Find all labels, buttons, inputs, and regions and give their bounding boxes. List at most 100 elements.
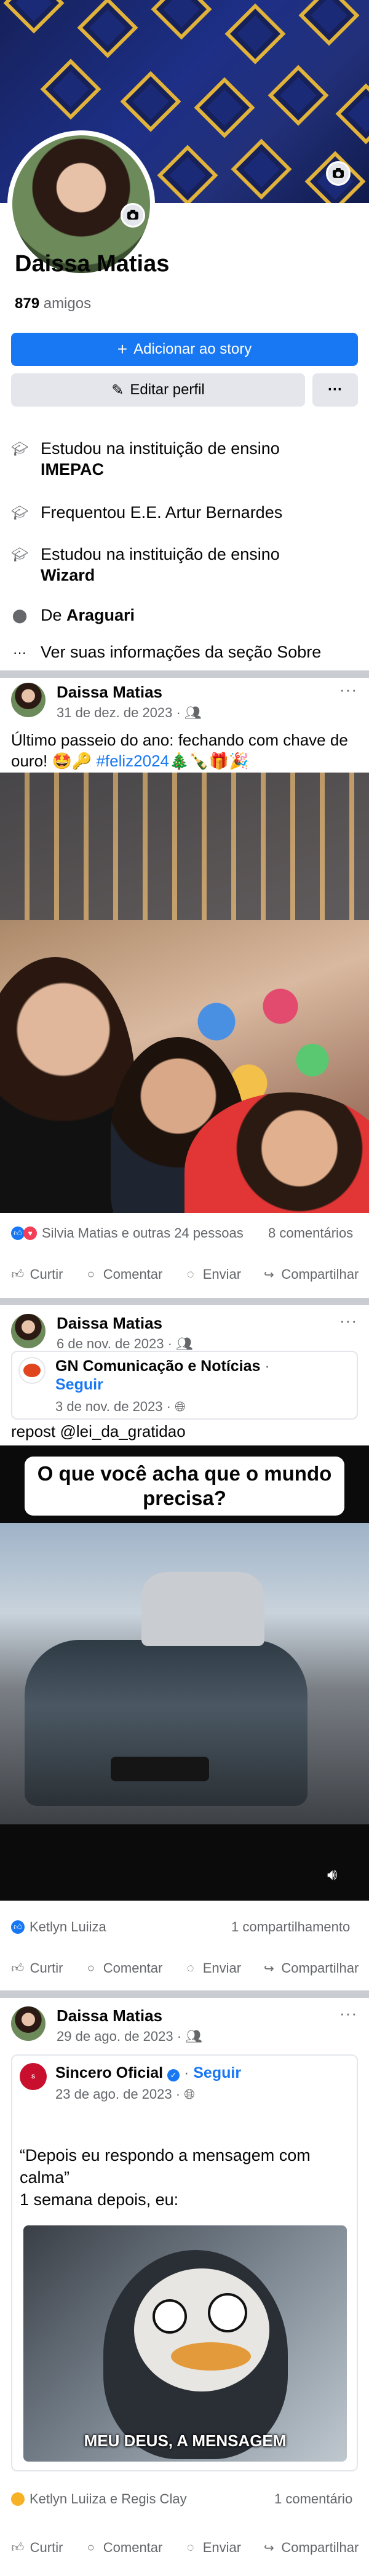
- video-volume-icon[interactable]: 🔊︎: [327, 1865, 337, 1885]
- post-photo[interactable]: [0, 773, 369, 1213]
- follow-button[interactable]: Seguir: [193, 2064, 241, 2081]
- graduation-cap-icon: 🎓︎: [11, 441, 28, 456]
- shared-post[interactable]: S Sincero Oficial ✓ · Seguir 23 de ago. …: [11, 2054, 358, 2471]
- globe-icon: 🌐︎: [175, 1399, 186, 1414]
- love-reaction-icon: ♥: [23, 1226, 37, 1240]
- about-item-hometown: ⬤ De Araguari: [11, 605, 362, 626]
- shares-text: 1 compartilhamento: [231, 1919, 351, 1934]
- share-icon: ↪: [263, 1268, 274, 1282]
- about-text: Estudou na instituição de ensino: [41, 545, 280, 563]
- like-button[interactable]: 👍︎ Curtir: [10, 1266, 63, 1282]
- post-options-button[interactable]: ···: [339, 680, 357, 699]
- comment-button[interactable]: ○ Comentar: [84, 2540, 163, 2556]
- share-icon: ↪: [263, 1962, 274, 1976]
- friends-count[interactable]: 879 amigos: [15, 295, 91, 312]
- like-label: Curtir: [30, 2540, 63, 2555]
- comment-button[interactable]: ○ Comentar: [84, 1960, 163, 1976]
- shared-page-name[interactable]: GN Comunicação e Notícias: [55, 1358, 260, 1375]
- send-button[interactable]: ◌ Enviar: [183, 1266, 241, 1282]
- post-date[interactable]: 6 de nov. de 2023 · 👥︎: [57, 1336, 193, 1352]
- about-bold[interactable]: Wizard: [41, 566, 95, 584]
- messenger-icon: ◌: [186, 1267, 194, 1281]
- like-button[interactable]: 👍︎ Curtir: [10, 1960, 63, 1976]
- haha-reaction-icon: [11, 2492, 25, 2506]
- hashtag-link[interactable]: #feliz2024: [96, 752, 169, 770]
- camera-icon: [333, 167, 344, 178]
- ellipsis-icon: ···: [13, 645, 26, 660]
- follow-button[interactable]: Seguir: [55, 1376, 103, 1393]
- add-to-story-button[interactable]: + Adicionar ao story: [11, 333, 358, 366]
- meme-penguin-face: [134, 2268, 269, 2391]
- shares-count[interactable]: 1 compartilhamento: [231, 1919, 350, 1935]
- shared-post-text: “Depois eu respondo a mensagem com calma…: [20, 2144, 352, 2211]
- reactions-summary[interactable]: 👍︎ ♥ Silvia Matias e outras 24 pessoas: [11, 1225, 244, 1241]
- reactions-summary[interactable]: Ketlyn Luiiza e Regis Clay: [11, 2491, 187, 2507]
- meme-penguin-eye-left: [153, 2299, 187, 2334]
- send-button[interactable]: ◌ Enviar: [183, 2540, 241, 2556]
- edit-avatar-camera-button[interactable]: [121, 203, 145, 228]
- comment-icon: ○: [87, 1267, 95, 1281]
- edit-profile-button[interactable]: ✎ Editar perfil: [11, 373, 305, 407]
- post-actions-bar: 👍︎ Curtir ○ Comentar ◌ Enviar ↪ Compartilhar: [0, 1260, 369, 1289]
- shared-page-name-row: GN Comunicação e Notícias · Seguir: [55, 1358, 270, 1393]
- messenger-icon: ◌: [186, 1961, 194, 1975]
- reactions-summary[interactable]: 👍︎ Ketlyn Luiiza: [11, 1919, 106, 1935]
- comment-label: Comentar: [103, 1266, 163, 1282]
- reactions-text: Ketlyn Luiiza e Regis Clay: [30, 2491, 187, 2506]
- send-button[interactable]: ◌ Enviar: [183, 1960, 241, 1976]
- about-item-school: 🎓︎ Frequentou E.E. Artur Bernardes: [11, 502, 362, 523]
- share-button[interactable]: ↪ Compartilhar: [261, 1266, 359, 1282]
- about-text: De: [41, 606, 62, 624]
- camera-icon: [127, 209, 138, 220]
- about-text: Estudou na instituição de ensino: [41, 439, 280, 458]
- post-author[interactable]: Daissa Matias: [57, 1314, 162, 1333]
- post-options-button[interactable]: ···: [339, 2004, 357, 2023]
- shared-page-avatar: [18, 1357, 46, 1384]
- shared-post-date[interactable]: 3 de nov. de 2023 · 🌐︎: [55, 1399, 186, 1415]
- about-see-more[interactable]: ··· Ver suas informações da seção Sobre: [11, 642, 362, 662]
- friends-label: amigos: [43, 295, 92, 312]
- comment-label: Comentar: [103, 2540, 163, 2555]
- post-text: repost @lei_da_gratidao: [11, 1422, 186, 1441]
- comments-count[interactable]: 1 comentário: [274, 2491, 352, 2507]
- post-author[interactable]: Daissa Matias: [57, 2006, 162, 2025]
- avatar[interactable]: [11, 683, 46, 717]
- like-label: Curtir: [30, 1960, 63, 1976]
- video-caption: O que você acha que o mundo precisa?: [37, 1462, 332, 1509]
- like-reaction-icon: 👍︎: [11, 1920, 25, 1934]
- shared-page-name[interactable]: Sincero Oficial: [55, 2064, 163, 2081]
- post-date-text: 29 de ago. de 2023 ·: [57, 2029, 182, 2044]
- share-button[interactable]: ↪ Compartilhar: [261, 2540, 359, 2556]
- post-options-button[interactable]: ···: [339, 1311, 357, 1330]
- shared-date-text: 23 de ago. de 2023 ·: [55, 2086, 181, 2102]
- friends-privacy-icon: 👥︎: [184, 705, 202, 720]
- like-button[interactable]: 👍︎ Curtir: [10, 2540, 63, 2556]
- post-video[interactable]: O que você acha que o mundo precisa? 🔊︎: [0, 1445, 369, 1901]
- avatar[interactable]: [11, 2006, 46, 2041]
- more-options-button[interactable]: ···: [312, 373, 358, 407]
- post-date[interactable]: 31 de dez. de 2023 · 👥︎: [57, 705, 202, 721]
- about-bold[interactable]: Araguari: [66, 606, 135, 624]
- post-author[interactable]: Daissa Matias: [57, 683, 162, 702]
- share-button[interactable]: ↪ Compartilhar: [261, 1960, 359, 1976]
- meme-image[interactable]: MEU DEUS, A MENSAGEM: [23, 2225, 347, 2462]
- comment-button[interactable]: ○ Comentar: [84, 1266, 163, 1282]
- like-label: Curtir: [30, 1266, 63, 1282]
- section-separator: [0, 670, 369, 678]
- comments-count[interactable]: 8 comentários: [268, 1225, 353, 1241]
- shared-post-header[interactable]: GN Comunicação e Notícias · Seguir 3 de …: [11, 1351, 358, 1420]
- friends-number: 879: [15, 295, 40, 312]
- about-item-education-imepac: 🎓︎ Estudou na instituição de ensino IMEPA…: [11, 438, 362, 480]
- post-date[interactable]: 29 de ago. de 2023 · 👥︎: [57, 2029, 202, 2045]
- friends-privacy-icon: 👥︎: [185, 2029, 203, 2044]
- edit-profile-label: Editar perfil: [130, 381, 205, 398]
- share-label: Compartilhar: [281, 1960, 359, 1976]
- photo-ceiling: [0, 773, 369, 920]
- shared-post-date[interactable]: 23 de ago. de 2023 · 🌐︎: [55, 2086, 195, 2102]
- video-car-grille: [111, 1757, 209, 1781]
- avatar[interactable]: [11, 1314, 46, 1348]
- send-label: Enviar: [202, 2540, 242, 2555]
- edit-cover-camera-button[interactable]: [326, 161, 351, 186]
- about-bold[interactable]: IMEPAC: [41, 460, 104, 479]
- post-date-text: 31 de dez. de 2023 ·: [57, 705, 181, 720]
